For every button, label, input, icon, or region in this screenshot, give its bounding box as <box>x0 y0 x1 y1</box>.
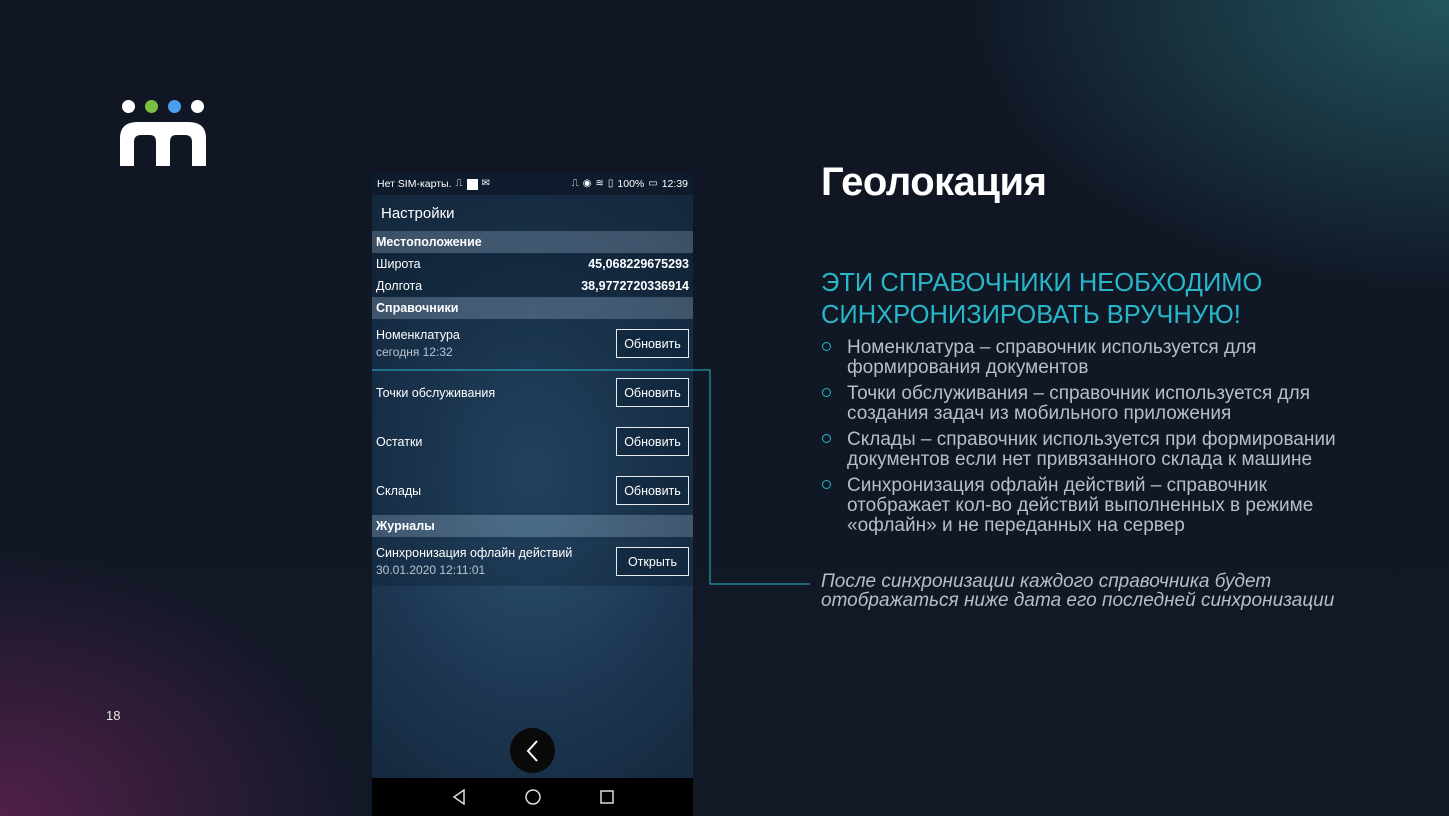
bullet-circle-icon <box>822 342 831 351</box>
cast-icon: ⎍ <box>571 178 579 189</box>
slide-subtitle: ЭТИ СПРАВОЧНИКИ НЕОБХОДИМО СИНХРОНИЗИРОВ… <box>821 269 1263 329</box>
bullet-text: Синхронизация офлайн действий – справочн… <box>847 475 1314 536</box>
ref-sync-date: сегодня 12:32 <box>376 345 453 359</box>
longitude-value: 38,9772720336914 <box>581 279 689 293</box>
chevron-left-icon <box>526 739 538 762</box>
logo-dot <box>168 100 181 113</box>
update-nomenclature-button[interactable]: Обновить <box>616 329 689 358</box>
location-icon: ◉ <box>582 178 592 189</box>
android-nav-bar <box>372 778 693 816</box>
sim-icon: ▯ <box>607 178 614 189</box>
ref-row-nomenclature: Номенклатура сегодня 12:32 Обновить <box>372 319 693 368</box>
section-header-location: Местоположение <box>372 231 693 253</box>
mail-icon: ✉ <box>481 178 490 189</box>
ref-label: Номенклатура <box>376 328 460 342</box>
bullet-text: Номенклатура – справочник используется д… <box>847 337 1257 378</box>
latitude-row: Широта 45,068229675293 <box>372 253 693 275</box>
app-title: Настройки <box>372 195 693 231</box>
logo-dot <box>122 100 135 113</box>
notification-icon <box>466 178 478 190</box>
bullet-text: Склады – справочник используется при фор… <box>847 429 1336 470</box>
battery-percent: 100% <box>617 178 645 190</box>
bullet-item: Синхронизация офлайн действий – справочн… <box>821 476 1341 536</box>
page-number: 18 <box>106 708 121 723</box>
callout-connector-line <box>372 369 810 585</box>
cast-icon: ⎍ <box>455 178 463 189</box>
bullet-list: Номенклатура – справочник используется д… <box>821 338 1341 542</box>
battery-icon: ▭ <box>648 178 658 189</box>
bullet-item: Номенклатура – справочник используется д… <box>821 338 1341 378</box>
clock: 12:39 <box>661 178 688 190</box>
logo-dot <box>191 100 204 113</box>
slide-title: Геолокация <box>821 160 1047 204</box>
nav-recents-icon[interactable] <box>599 789 615 805</box>
company-logo <box>120 100 206 166</box>
logo-m-icon <box>120 122 206 166</box>
bullet-circle-icon <box>822 434 831 443</box>
bullet-item: Точки обслуживания – справочник использу… <box>821 384 1341 424</box>
bullet-circle-icon <box>822 480 831 489</box>
back-fab-button[interactable] <box>510 728 555 773</box>
logo-dot <box>145 100 158 113</box>
sync-note: После синхронизации каждого справочника … <box>821 571 1335 611</box>
nav-back-icon[interactable] <box>451 789 467 805</box>
sim-status: Нет SIM-карты. <box>377 178 452 190</box>
nav-home-icon[interactable] <box>524 788 542 806</box>
bullet-item: Склады – справочник используется при фор… <box>821 430 1341 470</box>
latitude-value: 45,068229675293 <box>588 257 689 271</box>
wifi-icon: ≋ <box>595 178 604 189</box>
longitude-label: Долгота <box>376 279 423 293</box>
bullet-circle-icon <box>822 388 831 397</box>
status-bar: Нет SIM-карты. ⎍ ✉ ⎍ ◉ ≋ ▯ 100% ▭ 12:39 <box>372 173 693 195</box>
longitude-row: Долгота 38,9772720336914 <box>372 275 693 297</box>
section-header-references: Справочники <box>372 297 693 319</box>
bullet-text: Точки обслуживания – справочник использу… <box>847 383 1311 424</box>
latitude-label: Широта <box>376 257 421 271</box>
